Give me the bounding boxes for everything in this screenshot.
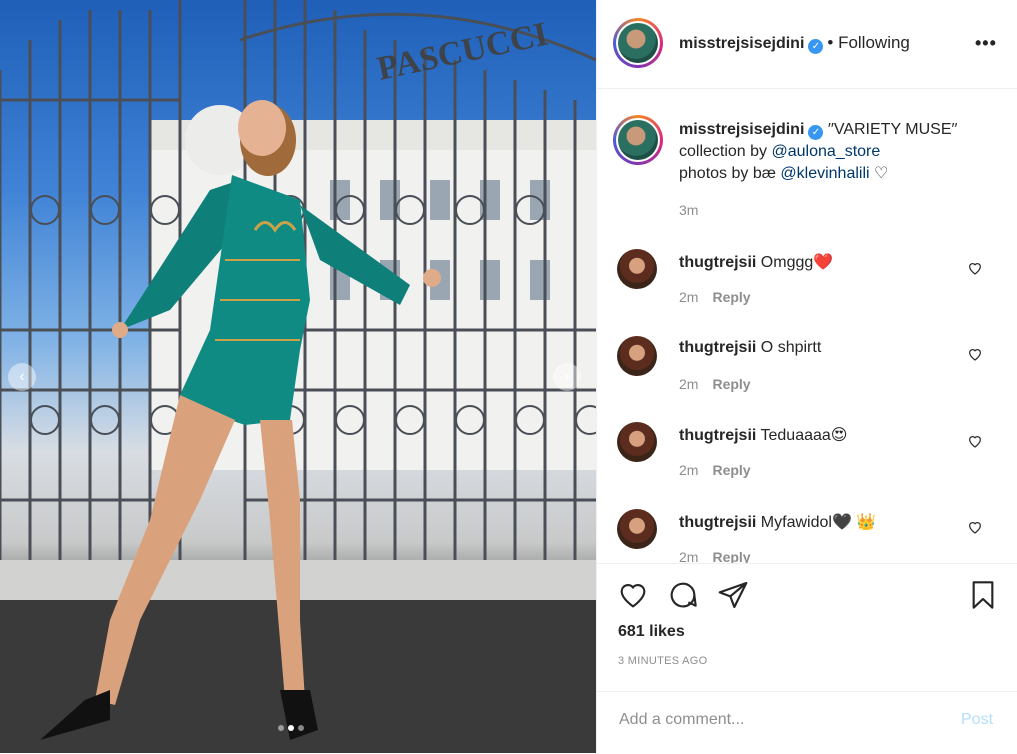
save-bookmark-icon[interactable] <box>967 579 999 611</box>
like-comment-heart-icon[interactable] <box>967 260 983 276</box>
post-side-panel: misstrejsisejdini ✓ • Following ••• misstr… <box>596 0 1017 753</box>
comment-text: Teduaaaa <box>760 427 831 444</box>
like-comment-heart-icon[interactable] <box>967 433 983 449</box>
commenter-avatar[interactable] <box>617 422 657 462</box>
caption-mention-aulona[interactable]: @aulona_store <box>772 143 881 160</box>
caption-username[interactable]: misstrejsisejdini <box>679 121 804 138</box>
comment-time: 2m <box>679 289 699 305</box>
author-username[interactable]: misstrejsisejdini <box>679 35 804 52</box>
verified-badge-icon: ✓ <box>808 39 824 54</box>
comment-emoji: 🖤 👑 <box>831 514 877 531</box>
comment-text: Myfawidol <box>760 514 832 531</box>
caption-line3: photos by bæ <box>679 165 776 182</box>
comment-meta: 2m Reply <box>679 462 751 478</box>
comment-time: 2m <box>679 376 699 392</box>
comment-time: 2m <box>679 462 699 478</box>
carousel-dot <box>298 725 304 731</box>
comment-text: O shpirtt <box>760 339 822 356</box>
caption-author-avatar[interactable] <box>613 115 663 165</box>
post-photo-illustration: PASCUCCI <box>0 0 596 753</box>
author-info: misstrejsisejdini ✓ • Following <box>679 33 910 54</box>
comments-list[interactable]: misstrejsisejdini ✓ ′′VARIETY MUSE′′ coll… <box>597 89 1017 563</box>
comment-item: thugtrejsii Myfawidol🖤 👑 <box>679 512 876 532</box>
post-image[interactable]: PASCUCCI ‹ › <box>0 0 596 753</box>
comment-emoji: ❤️ <box>813 254 834 271</box>
following-status[interactable]: • Following <box>827 33 910 52</box>
comment-time: 2m <box>679 549 699 563</box>
chevron-left-icon: ‹ <box>19 368 25 385</box>
post-timestamp[interactable]: 3 MINUTES AGO <box>618 655 707 667</box>
reply-button[interactable]: Reply <box>712 376 750 392</box>
reply-button[interactable]: Reply <box>712 289 750 305</box>
like-count[interactable]: 681 likes <box>618 623 685 641</box>
more-options-icon[interactable]: ••• <box>975 33 997 54</box>
add-comment-bar: Post <box>597 691 1017 754</box>
caption-line1: ′′VARIETY MUSE′′ <box>827 121 958 138</box>
commenter-avatar[interactable] <box>617 509 657 549</box>
carousel-indicator <box>278 725 304 731</box>
comment-username[interactable]: thugtrejsii <box>679 514 756 531</box>
comment-emoji: 😍 <box>830 427 848 444</box>
carousel-dot <box>278 725 284 731</box>
comment-item: thugtrejsii Teduaaaa😍 <box>679 425 847 445</box>
comment-item: thugtrejsii O shpirtt <box>679 339 821 357</box>
comment-meta: 2m Reply <box>679 289 751 305</box>
comment-item: thugtrejsii Omggg❤️ <box>679 252 833 272</box>
reply-button[interactable]: Reply <box>712 462 750 478</box>
gate-sign-text: PASCUCCI <box>374 16 551 88</box>
comment-username[interactable]: thugtrejsii <box>679 427 756 444</box>
comment-meta: 2m Reply <box>679 376 751 392</box>
share-send-icon[interactable] <box>717 579 749 611</box>
caption-time: 3m <box>679 202 699 218</box>
reply-button[interactable]: Reply <box>712 549 750 563</box>
author-avatar[interactable] <box>613 18 663 68</box>
comment-meta: 2m Reply <box>679 549 751 563</box>
verified-badge-icon: ✓ <box>808 125 824 140</box>
comment-bubble-icon[interactable] <box>667 579 699 611</box>
carousel-dot-active <box>288 725 294 731</box>
add-comment-input[interactable] <box>617 710 941 730</box>
heart-outline-icon: ♡ <box>874 165 889 182</box>
post-actions: 681 likes 3 MINUTES AGO <box>597 563 1017 692</box>
comment-username[interactable]: thugtrejsii <box>679 339 756 356</box>
commenter-avatar[interactable] <box>617 336 657 376</box>
chevron-right-icon: › <box>564 368 570 385</box>
previous-image-button[interactable]: ‹ <box>8 363 36 391</box>
like-heart-icon[interactable] <box>617 579 649 611</box>
next-image-button[interactable]: › <box>553 363 581 391</box>
post-caption: misstrejsisejdini ✓ ′′VARIETY MUSE′′ coll… <box>679 119 979 185</box>
caption-mention-klevin[interactable]: @klevinhalili <box>780 165 869 182</box>
commenter-avatar[interactable] <box>617 249 657 289</box>
comment-text: Omggg <box>760 254 814 271</box>
post-comment-button[interactable]: Post <box>961 711 993 729</box>
like-comment-heart-icon[interactable] <box>967 519 983 535</box>
caption-line2: collection by <box>679 143 768 160</box>
like-comment-heart-icon[interactable] <box>967 346 983 362</box>
post-header: misstrejsisejdini ✓ • Following ••• <box>597 0 1017 89</box>
comment-username[interactable]: thugtrejsii <box>679 254 756 271</box>
